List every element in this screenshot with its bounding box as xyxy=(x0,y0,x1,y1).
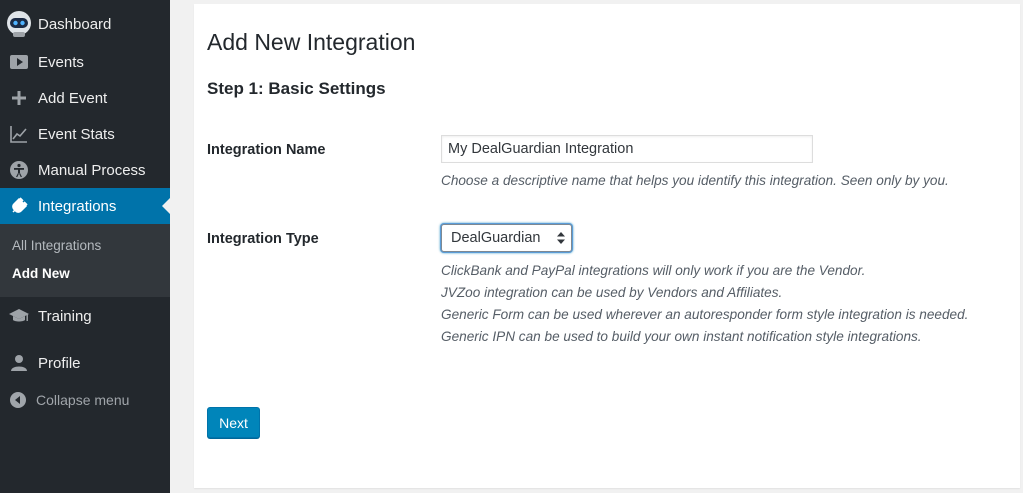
page-title: Add New Integration xyxy=(207,29,416,55)
main-panel: Add New Integration Step 1: Basic Settin… xyxy=(194,4,1020,488)
menu-label: Integrations xyxy=(38,197,117,215)
menu-item-dashboard[interactable]: Dashboard xyxy=(0,6,170,42)
menu-label: Add Event xyxy=(38,89,108,107)
integration-name-description: Choose a descriptive name that helps you… xyxy=(441,173,949,188)
menu-item-integrations[interactable]: Integrations xyxy=(0,188,170,224)
description-line: ClickBank and PayPal integrations will o… xyxy=(441,263,866,278)
integrations-submenu: All Integrations Add New xyxy=(0,224,170,297)
menu-item-training[interactable]: Training xyxy=(0,298,170,334)
menu-item-event-stats[interactable]: Event Stats xyxy=(0,116,170,152)
menu-item-profile[interactable]: Profile xyxy=(0,345,170,381)
step-title: Step 1: Basic Settings xyxy=(207,79,386,98)
current-arrow xyxy=(162,198,170,214)
chart-line-icon xyxy=(0,125,38,143)
user-icon xyxy=(0,354,38,372)
select-arrows-icon xyxy=(557,232,565,244)
integration-type-select[interactable]: DealGuardian xyxy=(441,224,572,252)
menu-label: Manual Process xyxy=(38,161,146,179)
accessibility-icon xyxy=(0,161,38,179)
description-line: Generic Form can be used wherever an aut… xyxy=(441,307,969,322)
select-value: DealGuardian xyxy=(451,230,541,246)
collapse-arrow-icon xyxy=(0,392,36,408)
integration-name-input[interactable] xyxy=(441,135,813,163)
description-line: Generic IPN can be used to build your ow… xyxy=(441,329,922,344)
menu-label: Profile xyxy=(38,354,81,372)
menu-label: Training xyxy=(38,307,92,325)
submenu-add-new[interactable]: Add New xyxy=(12,266,70,281)
collapse-label: Collapse menu xyxy=(36,392,130,408)
submenu-all-integrations[interactable]: All Integrations xyxy=(12,238,101,253)
integration-type-description: ClickBank and PayPal integrations will o… xyxy=(441,260,1001,348)
menu-item-add-event[interactable]: Add Event xyxy=(0,80,170,116)
play-icon xyxy=(0,54,38,70)
menu-label: Events xyxy=(38,53,84,71)
integration-name-label: Integration Name xyxy=(207,142,326,158)
menu-label: Dashboard xyxy=(38,15,112,33)
menu-item-manual-process[interactable]: Manual Process xyxy=(0,152,170,188)
menu-item-events[interactable]: Events xyxy=(0,44,170,80)
robot-avatar-icon xyxy=(0,9,38,39)
integration-type-label: Integration Type xyxy=(207,231,319,247)
graduation-cap-icon xyxy=(0,308,38,324)
collapse-menu-button[interactable]: Collapse menu xyxy=(0,388,170,412)
menu-label: Event Stats xyxy=(38,125,115,143)
admin-sidebar: Dashboard Events Add Event Event Stats M… xyxy=(0,0,170,493)
plus-icon xyxy=(0,90,38,106)
description-line: JVZoo integration can be used by Vendors… xyxy=(441,285,783,300)
plugin-icon xyxy=(0,197,38,215)
next-button[interactable]: Next xyxy=(207,407,260,438)
